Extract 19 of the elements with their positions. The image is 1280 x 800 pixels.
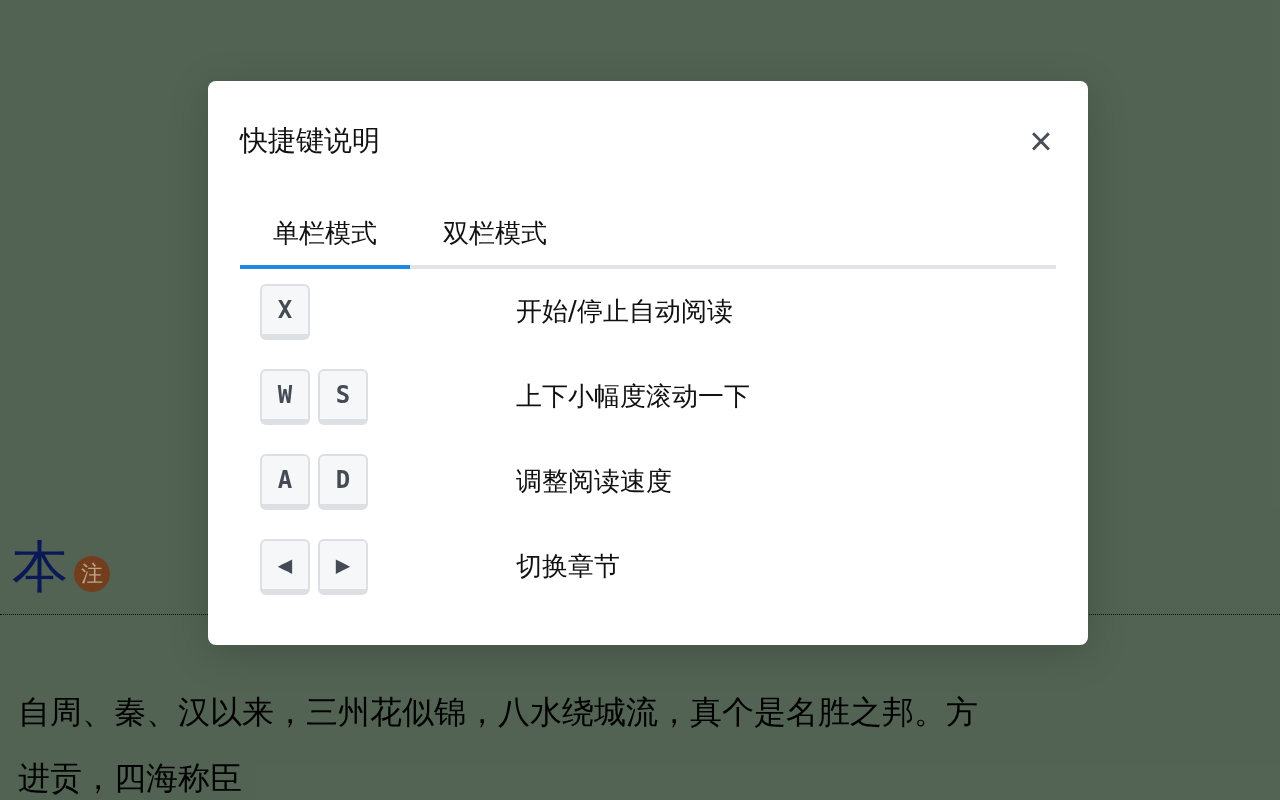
shortcut-description: 上下小幅度滚动一下 xyxy=(516,380,750,413)
key-cap: A xyxy=(260,453,310,510)
dialog-title: 快捷键说明 xyxy=(240,123,380,159)
key-cap: ◀ xyxy=(260,538,310,595)
key-cap: W xyxy=(260,368,310,425)
mode-tab[interactable]: 单栏模式 xyxy=(240,201,410,269)
chapter-heading: 本 xyxy=(12,533,68,601)
shortcut-description: 切换章节 xyxy=(516,550,620,583)
body-text-line: 自周、秦、汉以来，三州花似锦，八水绕城流，真个是名胜之邦。方 xyxy=(17,692,979,733)
body-text-line: 进贡，四海称臣 xyxy=(17,758,243,799)
key-cap: X xyxy=(260,283,310,340)
shortcut-description: 开始/停止自动阅读 xyxy=(516,295,733,328)
close-button[interactable]: × xyxy=(1026,126,1056,156)
key-cap: D xyxy=(318,453,368,510)
shortcut-description: 调整阅读速度 xyxy=(516,465,672,498)
key-cap: ▶ xyxy=(318,538,368,595)
note-badge[interactable]: 注 xyxy=(74,556,110,592)
mode-tab[interactable]: 双栏模式 xyxy=(410,201,580,269)
key-cap: S xyxy=(318,368,368,425)
